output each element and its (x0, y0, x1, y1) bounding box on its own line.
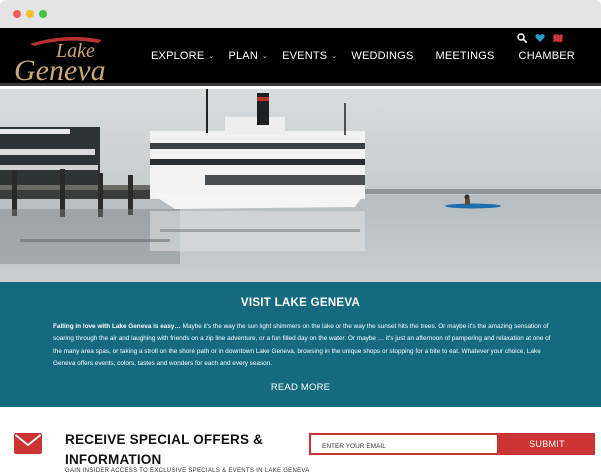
heart-icon[interactable] (535, 33, 545, 43)
nav-chamber[interactable]: CHAMBER (519, 50, 575, 62)
offers-title: RECEIVE SPECIAL OFFERS & INFORMATION (65, 432, 264, 467)
chevron-down-icon: ⌄ (208, 53, 215, 60)
nav-plan-label: PLAN (228, 50, 258, 62)
window-close-dot[interactable] (13, 10, 21, 18)
map-icon[interactable] (553, 33, 563, 43)
nav-explore-label: EXPLORE (151, 50, 205, 62)
main-nav: EXPLORE ⌄ PLAN ⌄ EVENTS ⌄ WEDDINGS MEETI… (151, 50, 575, 62)
site-logo[interactable]: Lake Geneva (12, 32, 137, 84)
lake-steamboat-photo (0, 89, 601, 282)
browser-chrome (0, 0, 601, 28)
search-icon[interactable] (517, 33, 527, 43)
visit-lead: Falling in love with Lake Geneva is easy… (53, 323, 181, 330)
logo-line2: Geneva (14, 54, 106, 84)
email-input[interactable] (311, 437, 497, 456)
visit-section: VISIT LAKE GENEVA Falling in love with L… (0, 282, 601, 407)
window-minimize-dot[interactable] (26, 10, 34, 18)
nav-events[interactable]: EVENTS ⌄ (282, 50, 337, 62)
site-header: Lake Geneva EXPLORE ⌄ PLAN ⌄ EVENTS ⌄ WE… (0, 28, 601, 86)
nav-weddings-label: WEDDINGS (351, 50, 414, 62)
nav-chamber-label: CHAMBER (518, 50, 575, 62)
visit-title: VISIT LAKE GENEVA (240, 297, 361, 309)
chevron-down-icon: ⌄ (262, 53, 269, 60)
envelope-icon (14, 433, 42, 454)
header-icons (517, 33, 563, 43)
nav-events-label: EVENTS (282, 50, 328, 62)
email-field-wrapper (309, 433, 499, 456)
chevron-down-icon: ⌄ (331, 53, 338, 60)
logo-graphic: Lake Geneva (14, 36, 106, 84)
nav-plan[interactable]: PLAN ⌄ (228, 50, 268, 62)
submit-button[interactable]: SUBMIT (499, 433, 595, 455)
nav-meetings[interactable]: MEETINGS (435, 50, 494, 62)
nav-meetings-label: MEETINGS (435, 50, 495, 62)
nav-weddings[interactable]: WEDDINGS (351, 50, 413, 62)
visit-description: Falling in love with Lake Geneva is easy… (53, 321, 553, 370)
offers-section: RECEIVE SPECIAL OFFERS & INFORMATION GAI… (0, 407, 601, 476)
hero-image (0, 89, 601, 282)
offers-subtitle: GAIN INSIDER ACCESS TO EXCLUSIVE SPECIAL… (65, 468, 310, 474)
nav-explore[interactable]: EXPLORE ⌄ (151, 50, 214, 62)
read-more-link[interactable]: READ MORE (0, 382, 601, 393)
window-maximize-dot[interactable] (39, 10, 47, 18)
